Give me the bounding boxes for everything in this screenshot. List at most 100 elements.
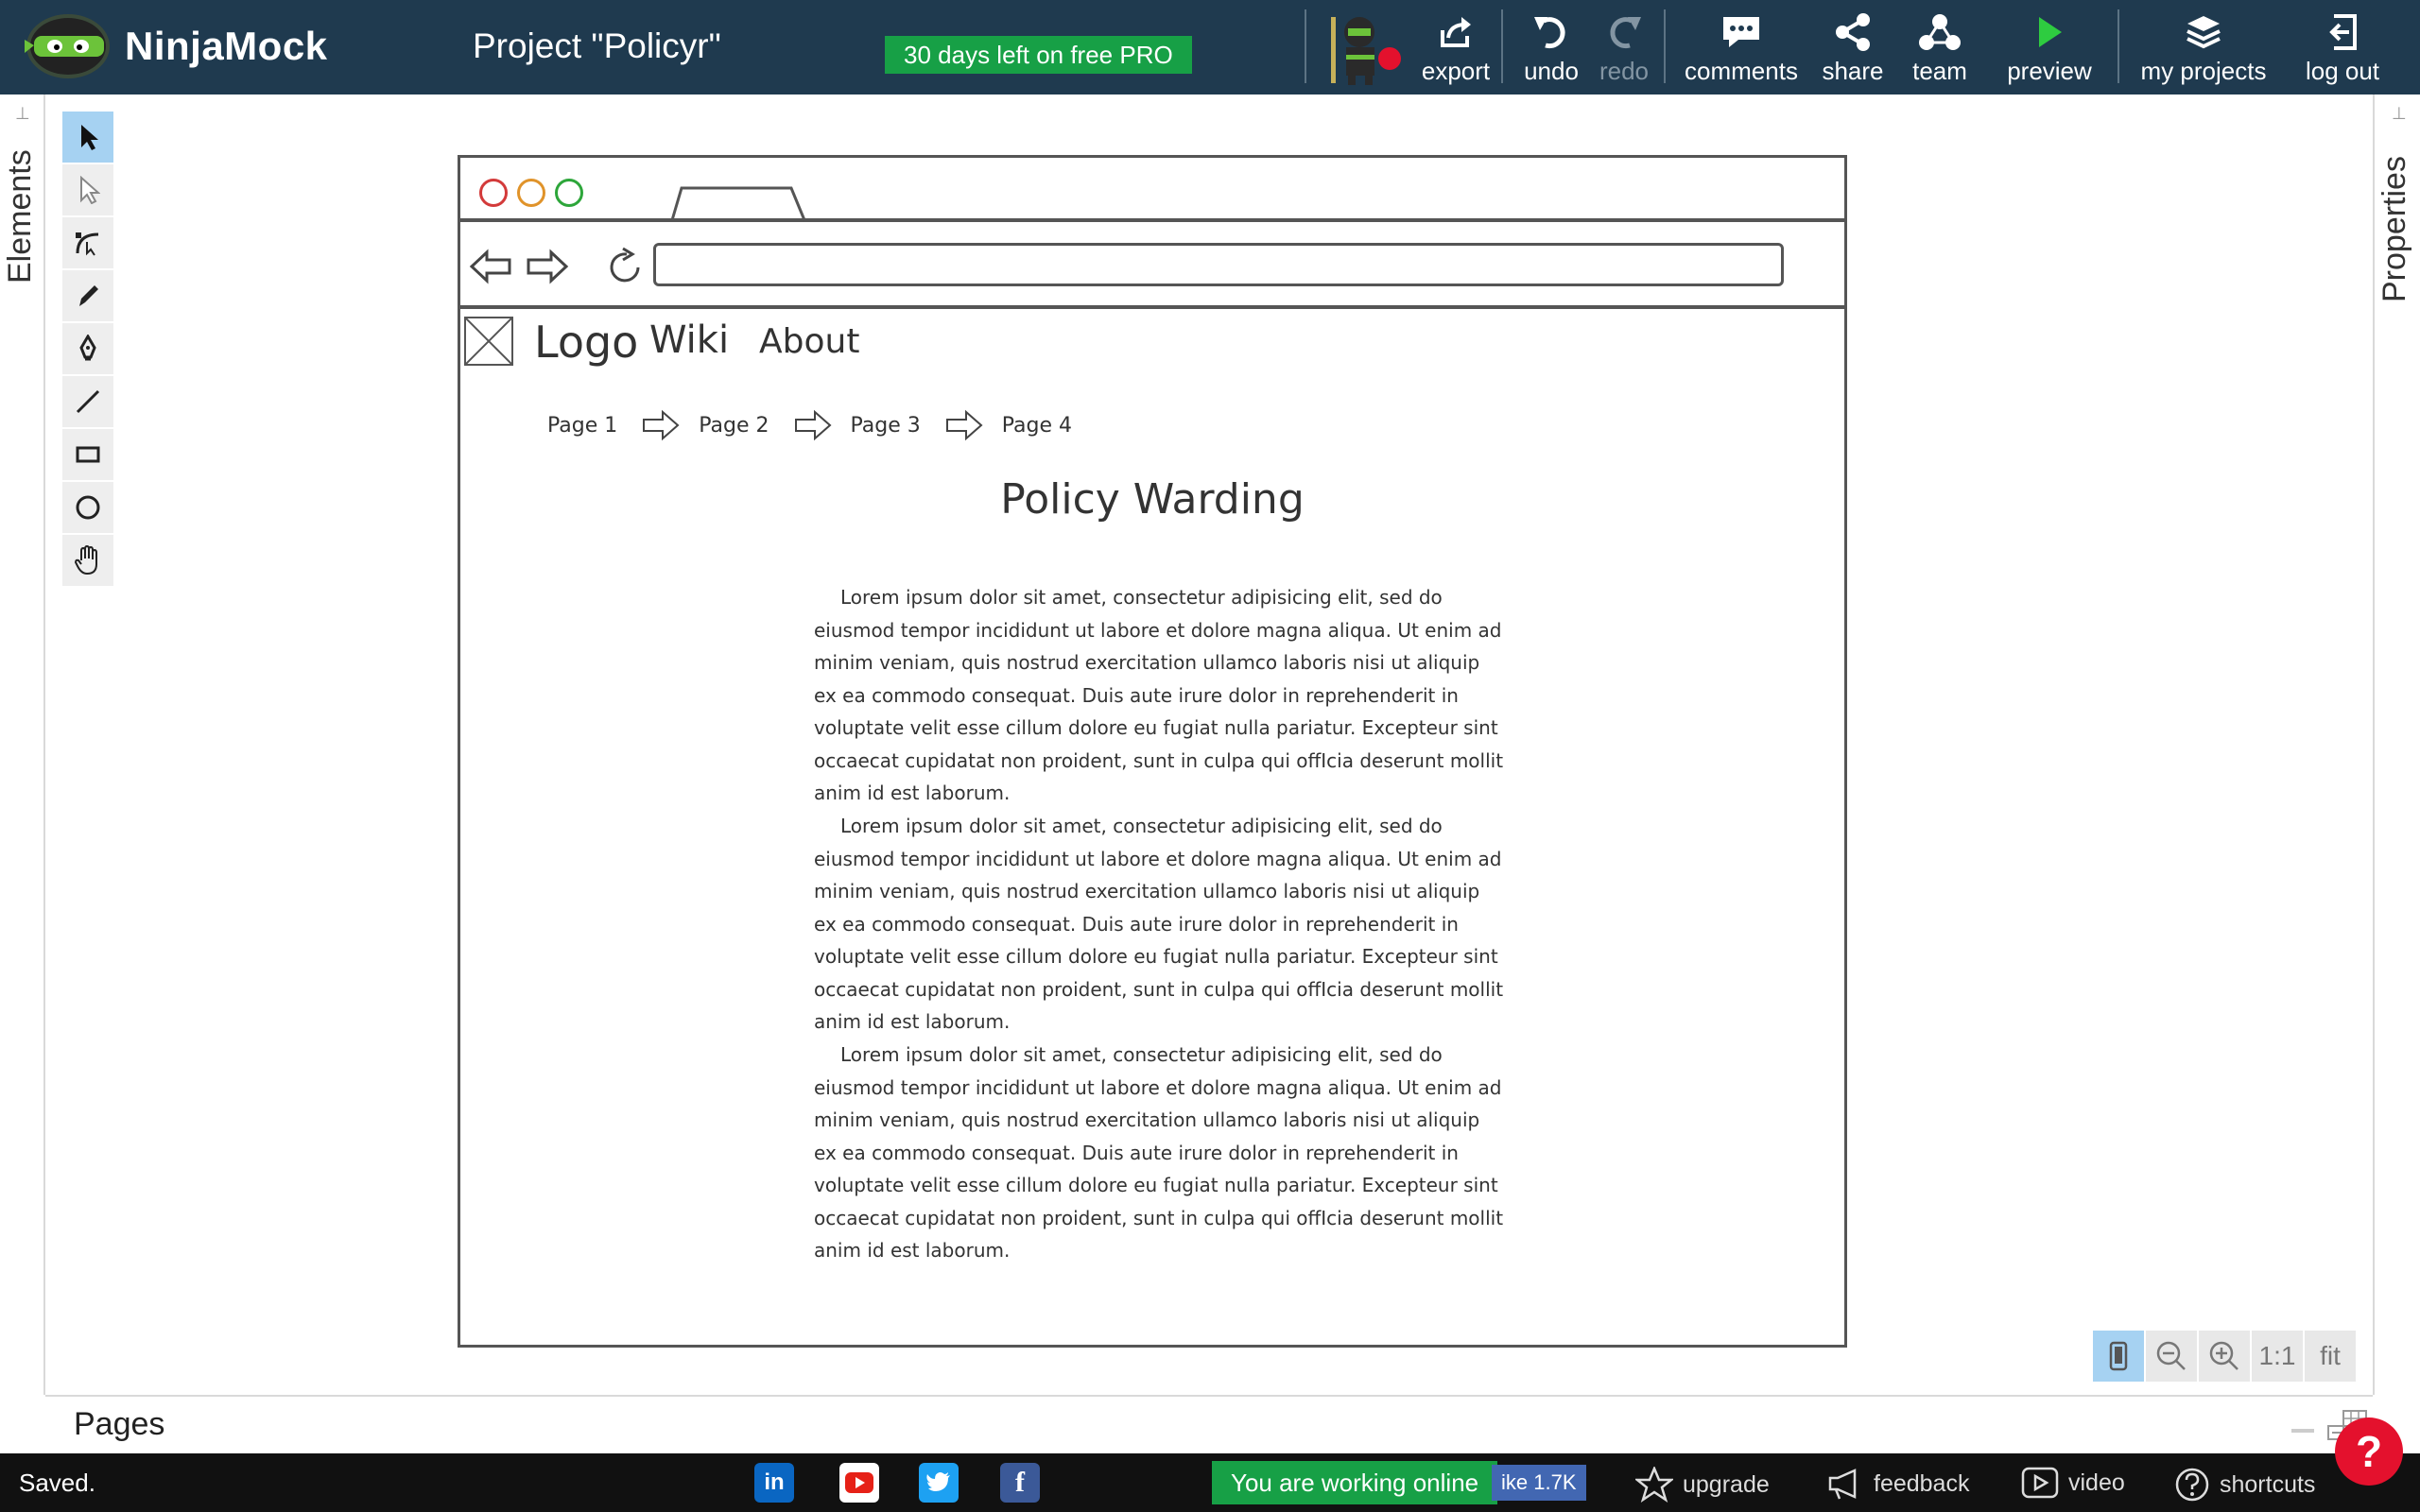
feedback-link[interactable]: feedback [1826,1467,1969,1501]
upgrade-label: upgrade [1683,1470,1770,1498]
pages-panel[interactable]: Pages [45,1395,2373,1453]
pin-icon[interactable]: ⊥ [2392,104,2407,124]
elements-panel[interactable]: ⊥ [0,94,45,1395]
my-projects-label: my projects [2140,57,2267,85]
share-button[interactable]: share [1815,8,1891,87]
minimize-dot-icon[interactable] [517,179,545,207]
toolbar-divider [1305,9,1306,83]
direct-select-tool[interactable] [62,164,113,215]
youtube-icon[interactable] [839,1463,879,1503]
redo-button[interactable]: redo [1588,8,1660,87]
breadcrumb-item[interactable]: Page 3 [851,414,921,438]
wireframe-address-bar[interactable] [460,222,1844,309]
twitter-icon[interactable] [919,1463,959,1503]
online-status-badge: You are working online [1212,1461,1498,1504]
pointer-outline-icon [80,176,100,204]
wireframe-heading[interactable]: Policy Warding [460,475,1844,524]
undo-label: undo [1524,57,1579,85]
pencil-icon [79,285,98,306]
log-out-icon [2326,9,2359,55]
preview-button[interactable]: preview [2000,8,2099,87]
wireframe-nav-about[interactable]: About [759,322,859,361]
comments-icon [1720,9,1763,55]
toolbar-divider [1501,9,1503,83]
browser-tab[interactable] [668,184,810,222]
zoom-actual-size-button[interactable]: 1:1 [2252,1331,2303,1382]
team-button[interactable]: team [1900,8,1979,87]
wireframe-paragraph[interactable]: Lorem ipsum dolor sit amet, consectetur … [814,1039,1504,1267]
reload-icon[interactable] [604,247,646,288]
shortcuts-link[interactable]: shortcuts [2174,1467,2315,1503]
comments-button[interactable]: comments [1681,8,1802,87]
logo-placeholder-image [464,317,513,366]
facebook-icon[interactable]: f [1000,1463,1040,1503]
video-link[interactable]: video [2021,1467,2125,1499]
my-projects-button[interactable]: my projects [2138,8,2269,87]
breadcrumb-item[interactable]: Page 2 [699,414,769,438]
line-icon [76,389,100,414]
maximize-dot-icon[interactable] [555,179,583,207]
rectangle-tool[interactable] [62,429,113,480]
wireframe-tab-bar[interactable] [460,158,1844,222]
wireframe-paragraph[interactable]: Lorem ipsum dolor sit amet, consectetur … [814,810,1504,1039]
zoom-out-button[interactable] [2146,1331,2197,1382]
wireframe-nav-logo[interactable]: Logo [534,317,638,368]
linkedin-icon[interactable]: in [754,1463,794,1503]
forward-arrow-icon[interactable] [525,247,570,286]
undo-icon [1530,9,1572,55]
url-input[interactable] [653,243,1784,286]
pages-panel-label[interactable]: Pages [74,1406,164,1443]
minimize-panel-icon[interactable] [2291,1429,2314,1435]
circle-icon [76,495,100,520]
wireframe-paragraph[interactable]: Lorem ipsum dolor sit amet, consectetur … [814,581,1504,810]
toolbar-divider [2118,9,2119,83]
redo-icon [1603,9,1645,55]
export-button[interactable]: export [1418,8,1494,87]
help-button[interactable]: ? [2335,1418,2403,1486]
wireframe-browser-window[interactable]: Logo Wiki About Page 1 Page 2 Page 3 Pag… [458,155,1847,1348]
connector-tool[interactable] [62,217,113,268]
undo-button[interactable]: undo [1516,8,1586,87]
arrow-right-icon [643,409,680,441]
app-logo[interactable]: NinjaMock [21,11,328,81]
pen-tool[interactable] [62,323,113,374]
pencil-tool[interactable] [62,270,113,321]
line-tool[interactable] [62,376,113,427]
zoom-fit-button[interactable]: fit [2305,1331,2356,1382]
facebook-like-button[interactable]: ike 1.7K [1492,1465,1586,1501]
export-label: export [1421,57,1491,85]
close-dot-icon[interactable] [479,179,508,207]
pan-tool[interactable] [62,535,113,586]
pin-icon[interactable]: ⊥ [15,104,30,124]
arrow-right-icon [945,409,983,441]
pen-nib-icon [79,335,96,361]
phone-icon [2109,1341,2128,1371]
share-label: share [1822,57,1884,85]
team-icon [1917,9,1962,55]
trial-badge[interactable]: 30 days left on free PRO [885,36,1192,74]
elements-panel-label[interactable]: Elements [2,149,39,284]
wireframe-nav-wiki[interactable]: Wiki [649,318,729,362]
breadcrumb-item[interactable]: Page 1 [547,414,617,438]
megaphone-icon [1828,1469,1857,1500]
preview-icon [2033,9,2066,55]
select-tool[interactable] [62,112,113,163]
back-arrow-icon[interactable] [468,247,513,286]
export-icon [1437,9,1475,55]
device-frame-button[interactable] [2093,1331,2144,1382]
star-icon [1635,1467,1673,1503]
rectangle-icon [76,446,100,463]
preview-label: preview [2007,57,2092,85]
project-title[interactable]: Project "Policyr" [473,26,721,66]
log-out-label: log out [2305,57,2380,85]
status-bar: Saved. in f You are working online ike 1… [0,1453,2420,1512]
zoom-out-icon [2156,1341,2186,1370]
question-icon [2175,1468,2209,1502]
ellipse-tool[interactable] [62,482,113,533]
breadcrumb-item[interactable]: Page 4 [1002,414,1072,438]
connector-icon [76,232,99,256]
upgrade-link[interactable]: upgrade [1635,1467,1770,1503]
log-out-button[interactable]: log out [2297,8,2388,87]
properties-panel-label[interactable]: Properties [2377,156,2413,302]
zoom-in-button[interactable] [2199,1331,2250,1382]
